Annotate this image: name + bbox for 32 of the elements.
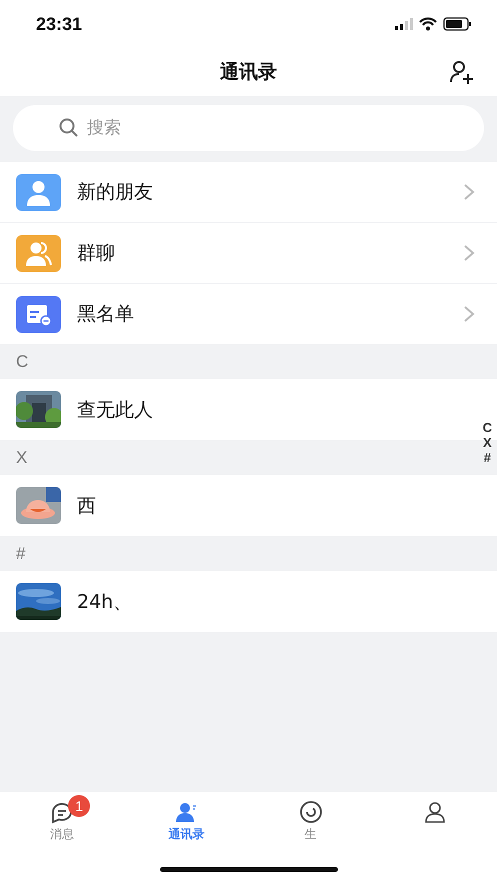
wifi-icon bbox=[419, 17, 437, 31]
group-icon bbox=[16, 234, 61, 272]
person-icon bbox=[174, 800, 198, 824]
status-time: 23:31 bbox=[36, 14, 82, 34]
list-icon bbox=[16, 296, 61, 332]
contact-item[interactable]: 西 bbox=[0, 475, 497, 536]
search-icon bbox=[59, 118, 79, 138]
tab[interactable]: 消息 1 bbox=[0, 792, 124, 848]
tab[interactable]: 通讯录 bbox=[124, 792, 248, 848]
menu-item[interactable]: 新的朋友 bbox=[0, 162, 497, 222]
index-letter[interactable]: # bbox=[484, 450, 491, 465]
menu-item[interactable]: 群聊 bbox=[0, 223, 497, 283]
person-icon bbox=[422, 800, 447, 824]
battery-icon bbox=[443, 17, 471, 31]
add-friend-button[interactable] bbox=[449, 60, 475, 84]
index-letter[interactable]: C bbox=[482, 420, 492, 435]
section-letter: C bbox=[16, 352, 28, 372]
chevron-icon bbox=[463, 244, 475, 262]
person-icon bbox=[16, 174, 61, 210]
chat-icon bbox=[50, 800, 74, 824]
contact-item[interactable]: 24h、 bbox=[0, 571, 497, 632]
unread-badge: 1 bbox=[68, 795, 90, 817]
chevron-icon bbox=[463, 305, 475, 323]
signal-icon bbox=[395, 17, 413, 31]
search-field[interactable]: 搜索 bbox=[13, 105, 484, 151]
smile-icon bbox=[298, 800, 323, 824]
page-title: 通讯录 bbox=[220, 60, 277, 85]
section-letter: X bbox=[16, 448, 28, 468]
chevron-icon bbox=[463, 183, 475, 201]
tab[interactable]: 生 bbox=[248, 792, 373, 848]
section-letter: # bbox=[16, 544, 26, 564]
menu-item[interactable]: 黑名单 bbox=[0, 284, 497, 344]
